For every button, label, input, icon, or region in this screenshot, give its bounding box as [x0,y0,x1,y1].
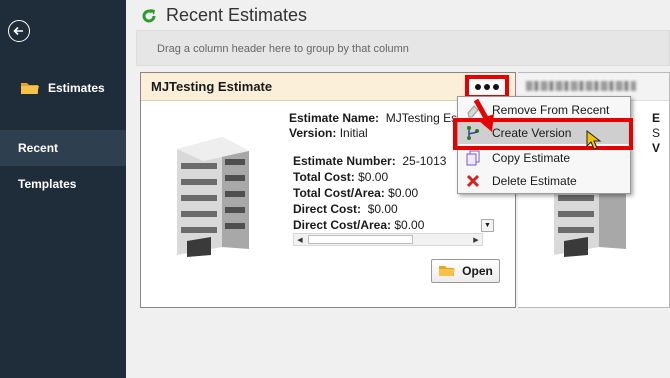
page-header: Recent Estimates [140,5,307,26]
menu-item-label: Copy Estimate [492,151,571,165]
direct-cost-area-label: Direct Cost/Area: [293,218,392,232]
estimate-name-value: MJTesting Est [385,111,461,125]
estimate-number-value: 25-1013 [402,154,447,168]
scrollbar-thumb[interactable] [308,235,413,244]
total-cost-area-value: $0.00 [388,186,419,200]
menu-item-delete-estimate[interactable]: Delete Estimate [458,170,630,192]
group-by-bar[interactable]: Drag a column header here to group by th… [136,30,670,66]
open-folder-icon [439,266,456,276]
partial-label-3: V [652,141,661,155]
menu-item-label: Delete Estimate [492,174,577,188]
scroll-down-button[interactable]: ▼ [481,219,494,232]
total-cost-label: Total Cost: [293,170,355,184]
scroll-left-icon[interactable]: ◀ [294,234,306,245]
direct-cost-area-value: $0.00 [394,218,425,232]
page-title: Recent Estimates [166,5,308,25]
open-button-label: Open [462,264,493,278]
dot-icon [484,84,490,90]
partial-label-2: S [652,126,661,140]
menu-item-copy-estimate[interactable]: Copy Estimate [458,147,630,169]
sidebar: Estimates Recent Templates [0,0,126,378]
nav-templates[interactable]: Templates [0,172,126,196]
estimate-name-label: Estimate Name: [289,111,380,125]
horizontal-scrollbar[interactable]: ◀ ▶ [293,233,483,246]
estimate-number-label: Estimate Number: [293,154,396,168]
direct-cost-value: $0.00 [367,202,398,216]
partial-label-1: E [652,111,661,125]
dot-icon [493,84,499,90]
scroll-right-icon[interactable]: ▶ [470,234,482,245]
folder-icon [21,83,39,94]
red-arrow-icon [473,98,494,132]
blurred-title [526,81,636,91]
estimate-summary: Estimate Name: MJTesting Est Version: In… [289,111,460,141]
version-value: Initial [339,126,368,140]
delete-x-icon [464,172,482,190]
open-button[interactable]: Open [431,259,500,283]
dot-icon [475,84,481,90]
nav-estimates-label: Estimates [48,81,105,95]
direct-cost-label: Direct Cost: [293,202,362,216]
copy-icon [464,149,482,167]
mouse-cursor-icon [586,130,602,150]
menu-item-label: Remove From Recent [492,103,610,117]
total-cost-value: $0.00 [358,170,389,184]
nav-estimates[interactable]: Estimates [0,74,126,102]
back-arrow-icon [13,26,23,36]
version-label: Version: [289,126,337,140]
building-icon [177,137,249,257]
nav-recent[interactable]: Recent [0,130,126,166]
estimate-card-2-partial-info: E S V [652,111,660,156]
refresh-icon[interactable] [140,7,158,25]
total-cost-area-label: Total Cost/Area: [293,186,385,200]
back-button[interactable] [8,20,30,42]
